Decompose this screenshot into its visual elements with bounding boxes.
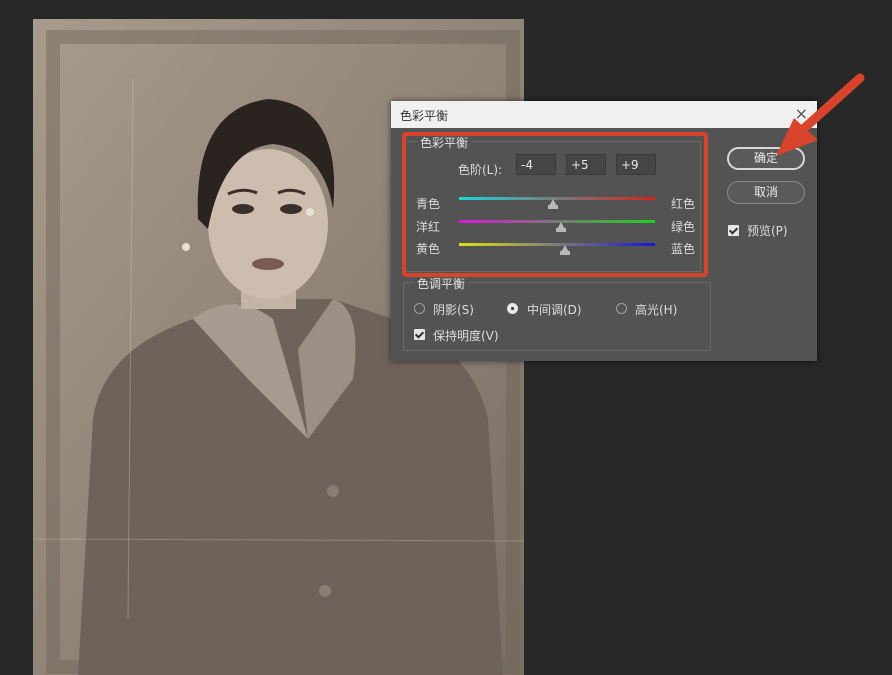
- radio-shadows[interactable]: [414, 303, 425, 314]
- preview-checkbox[interactable]: [728, 225, 739, 236]
- slider-label-yellow: 黄色: [416, 242, 441, 256]
- slider-thumb-magenta-green[interactable]: [555, 222, 566, 232]
- cancel-button[interactable]: 取消: [727, 181, 805, 204]
- slider-label-cyan: 青色: [416, 197, 441, 211]
- dialog-titlebar[interactable]: 色彩平衡 ×: [391, 101, 817, 128]
- annotation-arrow-icon: [776, 73, 865, 156]
- preview-label[interactable]: 预览(P): [747, 222, 788, 239]
- slider-label-green: 绿色: [671, 220, 696, 234]
- radio-highlights[interactable]: [616, 303, 627, 314]
- color-balance-group: 色彩平衡 色阶(L): -4 +5 +9 青色 红色 洋红 绿色 黄色 蓝色: [403, 134, 701, 272]
- slider-track-yellow-blue[interactable]: [459, 243, 655, 246]
- slider-label-blue: 蓝色: [671, 242, 696, 256]
- slider-thumb-yellow-blue[interactable]: [559, 245, 570, 255]
- levels-label: 色阶(L):: [458, 163, 503, 177]
- preserve-luminosity-checkbox[interactable]: [414, 329, 425, 340]
- level-input-magenta-green[interactable]: +5: [566, 154, 606, 175]
- radio-shadows-label[interactable]: 阴影(S): [433, 301, 474, 318]
- color-balance-dialog: 色彩平衡 × 色彩平衡 色阶(L): -4 +5 +9 青色 红色 洋红 绿色 …: [391, 101, 817, 361]
- radio-midtones[interactable]: [507, 303, 518, 314]
- slider-label-red: 红色: [671, 197, 696, 211]
- color-balance-group-label: 色彩平衡: [417, 134, 472, 151]
- radio-midtones-label[interactable]: 中间调(D): [527, 301, 582, 318]
- tone-balance-group: 色调平衡 阴影(S) 中间调(D) 高光(H) 保持明度(V): [403, 275, 711, 351]
- tone-balance-group-label: 色调平衡: [414, 275, 469, 292]
- level-input-yellow-blue[interactable]: +9: [616, 154, 656, 175]
- radio-highlights-label[interactable]: 高光(H): [635, 301, 677, 318]
- slider-label-magenta: 洋红: [416, 220, 441, 234]
- dialog-title: 色彩平衡: [400, 109, 449, 123]
- level-input-cyan-red[interactable]: -4: [516, 154, 556, 175]
- slider-thumb-cyan-red[interactable]: [548, 199, 559, 209]
- preserve-luminosity-label[interactable]: 保持明度(V): [433, 327, 499, 344]
